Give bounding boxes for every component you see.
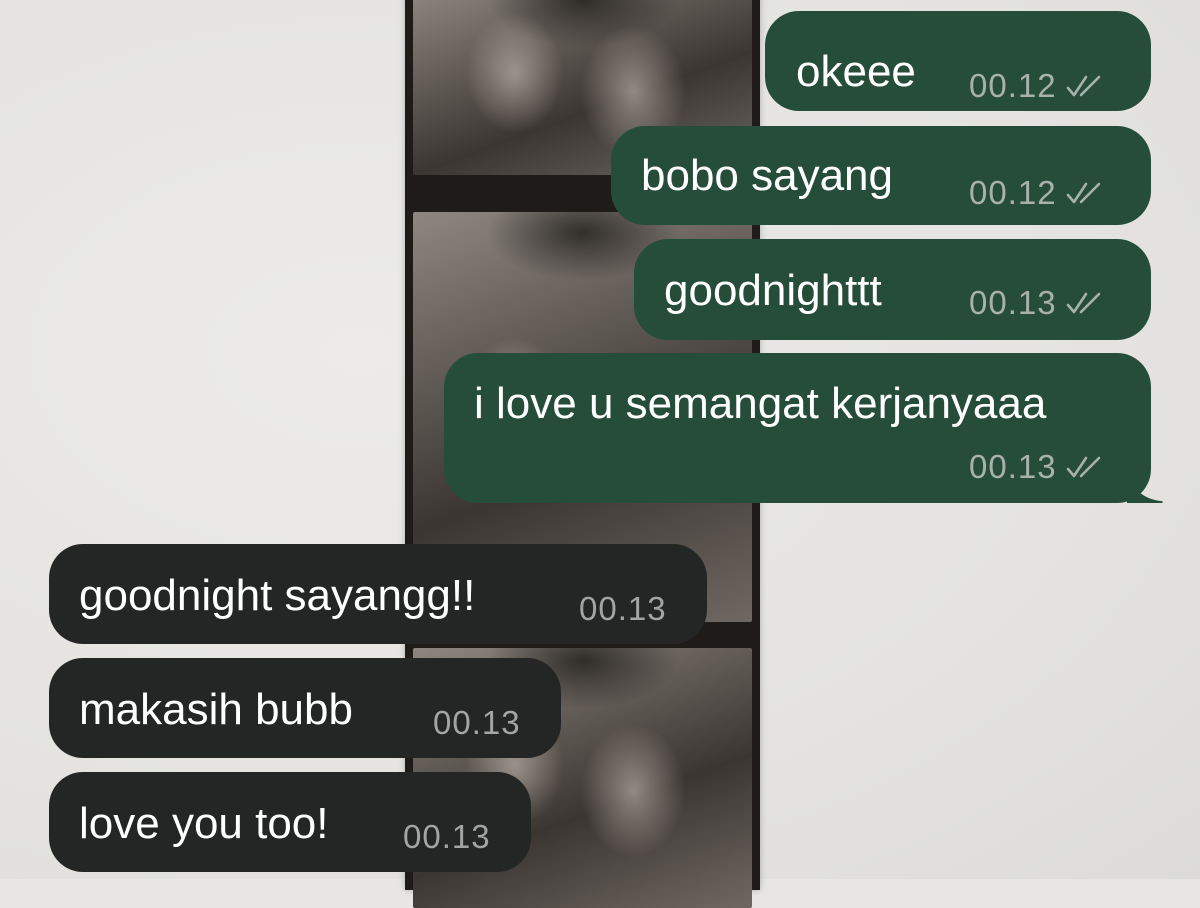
message-time: 00.12	[969, 67, 1057, 104]
message-text: goodnighttt	[664, 266, 882, 315]
double-check-icon	[1066, 182, 1100, 203]
message-meta: 00.13	[579, 592, 667, 625]
incoming-message[interactable]: goodnight sayangg!! 00.13	[49, 544, 707, 644]
message-meta: 00.13	[969, 286, 1105, 319]
incoming-message[interactable]: love you too! 00.13	[49, 772, 531, 872]
message-time: 00.13	[969, 448, 1057, 485]
incoming-message[interactable]: makasih bubb 00.13	[49, 658, 561, 758]
message-time: 00.13	[579, 590, 667, 627]
double-check-icon	[1066, 75, 1100, 96]
double-check-icon	[1066, 456, 1100, 477]
bubble-tail-icon	[1127, 473, 1163, 503]
message-text: bobo sayang	[641, 151, 893, 200]
message-time: 00.12	[969, 174, 1057, 211]
message-meta: 00.12	[969, 176, 1105, 209]
message-time: 00.13	[403, 818, 491, 855]
message-meta: 00.13	[403, 820, 491, 853]
double-check-icon	[1066, 292, 1100, 313]
message-text: makasih bubb	[79, 685, 353, 734]
message-meta: 00.12	[969, 69, 1105, 102]
message-text: i love u semangat kerjanyaaa	[474, 379, 1047, 428]
message-text: goodnight sayangg!!	[79, 571, 476, 620]
message-meta: 00.13	[433, 706, 521, 739]
outgoing-message[interactable]: goodnighttt 00.13	[634, 239, 1151, 340]
outgoing-message[interactable]: i love u semangat kerjanyaaa 00.13	[444, 353, 1163, 503]
message-meta: 00.13	[969, 450, 1105, 483]
message-text: okeee	[796, 47, 916, 96]
outgoing-message[interactable]: okeee 00.12	[765, 11, 1151, 111]
message-time: 00.13	[433, 704, 521, 741]
message-text: love you too!	[79, 799, 329, 848]
outgoing-message[interactable]: bobo sayang 00.12	[611, 126, 1151, 225]
message-time: 00.13	[969, 284, 1057, 321]
